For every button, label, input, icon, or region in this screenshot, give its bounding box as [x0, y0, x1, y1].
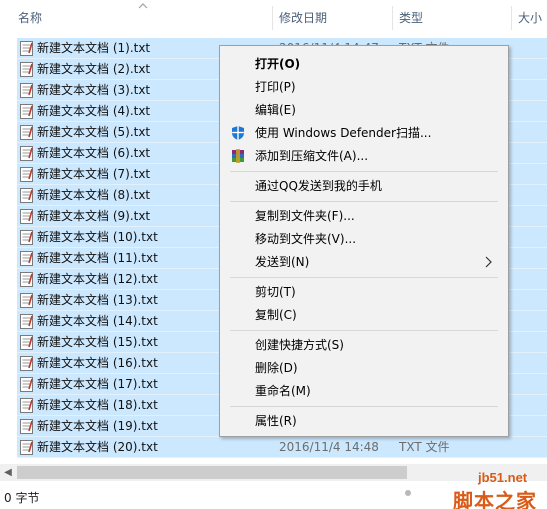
file-name: 新建文本文档 (7).txt [37, 167, 151, 181]
file-name: 新建文本文档 (17).txt [37, 377, 158, 391]
column-divider[interactable] [511, 6, 512, 30]
column-type[interactable]: 类型 [399, 0, 423, 36]
menu-item-copy-to-folder[interactable]: 复制到文件夹(F)... [220, 205, 508, 227]
menu-separator [230, 330, 498, 331]
scroll-left-icon[interactable]: ◀ [3, 467, 13, 478]
menu-item-edit[interactable]: 编辑(E) [220, 99, 508, 121]
notepad-file-icon [20, 146, 33, 161]
file-name: 新建文本文档 (3).txt [37, 83, 151, 97]
column-name[interactable]: 名称 [18, 0, 42, 36]
file-name: 新建文本文档 (20).txt [37, 440, 158, 454]
notepad-file-icon [20, 251, 33, 266]
notepad-file-icon [20, 272, 33, 287]
file-name: 新建文本文档 (1).txt [37, 41, 151, 55]
file-row[interactable]: 新建文本文档 (20).txt 2016/11/4 14:48 TXT 文件 [17, 437, 547, 458]
file-name: 新建文本文档 (8).txt [37, 188, 151, 202]
menu-item-send-to[interactable]: 发送到(N) [220, 251, 508, 273]
menu-item-cut[interactable]: 剪切(T) [220, 281, 508, 303]
file-name: 新建文本文档 (5).txt [37, 125, 151, 139]
notepad-file-icon [20, 62, 33, 77]
menu-separator [230, 277, 498, 278]
notepad-file-icon [20, 419, 33, 434]
selection-size: 0 字节 [4, 491, 40, 505]
file-name: 新建文本文档 (13).txt [37, 293, 158, 307]
menu-item-defender-scan[interactable]: 使用 Windows Defender扫描... [220, 122, 508, 144]
notepad-file-icon [20, 104, 33, 119]
column-divider[interactable] [392, 6, 393, 30]
notepad-file-icon [20, 125, 33, 140]
notepad-file-icon [20, 440, 33, 455]
column-divider[interactable] [272, 6, 273, 30]
menu-item-add-archive[interactable]: 添加到压缩文件(A)... [220, 145, 508, 167]
notepad-file-icon [20, 188, 33, 203]
status-dot [405, 490, 411, 496]
file-date: 2016/11/4 14:48 [279, 440, 379, 454]
menu-separator [230, 406, 498, 407]
horizontal-scrollbar[interactable]: ◀ [0, 464, 547, 481]
menu-item-copy[interactable]: 复制(C) [220, 304, 508, 326]
file-name: 新建文本文档 (2).txt [37, 62, 151, 76]
file-name: 新建文本文档 (4).txt [37, 104, 151, 118]
file-name: 新建文本文档 (6).txt [37, 146, 151, 160]
menu-item-create-shortcut[interactable]: 创建快捷方式(S) [220, 334, 508, 356]
winrar-icon [232, 149, 244, 163]
menu-separator [230, 171, 498, 172]
file-name: 新建文本文档 (16).txt [37, 356, 158, 370]
watermark-name: 脚本之家 [453, 489, 537, 509]
file-name: 新建文本文档 (14).txt [37, 314, 158, 328]
chevron-right-icon [485, 256, 492, 268]
sort-ascending-icon [138, 3, 148, 9]
column-date[interactable]: 修改日期 [279, 0, 327, 36]
notepad-file-icon [20, 356, 33, 371]
notepad-file-icon [20, 41, 33, 56]
notepad-file-icon [20, 398, 33, 413]
menu-item-open[interactable]: 打开(O) [220, 53, 508, 75]
column-size[interactable]: 大小 [518, 0, 542, 36]
menu-item-delete[interactable]: 删除(D) [220, 357, 508, 379]
menu-item-properties[interactable]: 属性(R) [220, 410, 508, 432]
file-type: TXT 文件 [399, 440, 450, 454]
notepad-file-icon [20, 83, 33, 98]
file-name: 新建文本文档 (9).txt [37, 209, 151, 223]
file-name: 新建文本文档 (10).txt [37, 230, 158, 244]
file-name: 新建文本文档 (12).txt [37, 272, 158, 286]
file-name: 新建文本文档 (19).txt [37, 419, 158, 433]
notepad-file-icon [20, 167, 33, 182]
notepad-file-icon [20, 209, 33, 224]
watermark-site: jb51.net [478, 470, 528, 485]
file-name: 新建文本文档 (18).txt [37, 398, 158, 412]
notepad-file-icon [20, 335, 33, 350]
notepad-file-icon [20, 230, 33, 245]
notepad-file-icon [20, 377, 33, 392]
shield-icon [232, 126, 244, 140]
notepad-file-icon [20, 293, 33, 308]
menu-separator [230, 201, 498, 202]
file-name: 新建文本文档 (15).txt [37, 335, 158, 349]
menu-item-print[interactable]: 打印(P) [220, 76, 508, 98]
menu-item-send-qq[interactable]: 通过QQ发送到我的手机 [220, 175, 508, 197]
menu-item-move-to-folder[interactable]: 移动到文件夹(V)... [220, 228, 508, 250]
notepad-file-icon [20, 314, 33, 329]
file-name: 新建文本文档 (11).txt [37, 251, 158, 265]
column-header: 名称 修改日期 类型 大小 [0, 0, 547, 36]
context-menu: 打开(O) 打印(P) 编辑(E) 使用 Windows Defender扫描.… [219, 45, 509, 437]
menu-item-rename[interactable]: 重命名(M) [220, 380, 508, 402]
scrollbar-thumb[interactable] [17, 466, 407, 479]
